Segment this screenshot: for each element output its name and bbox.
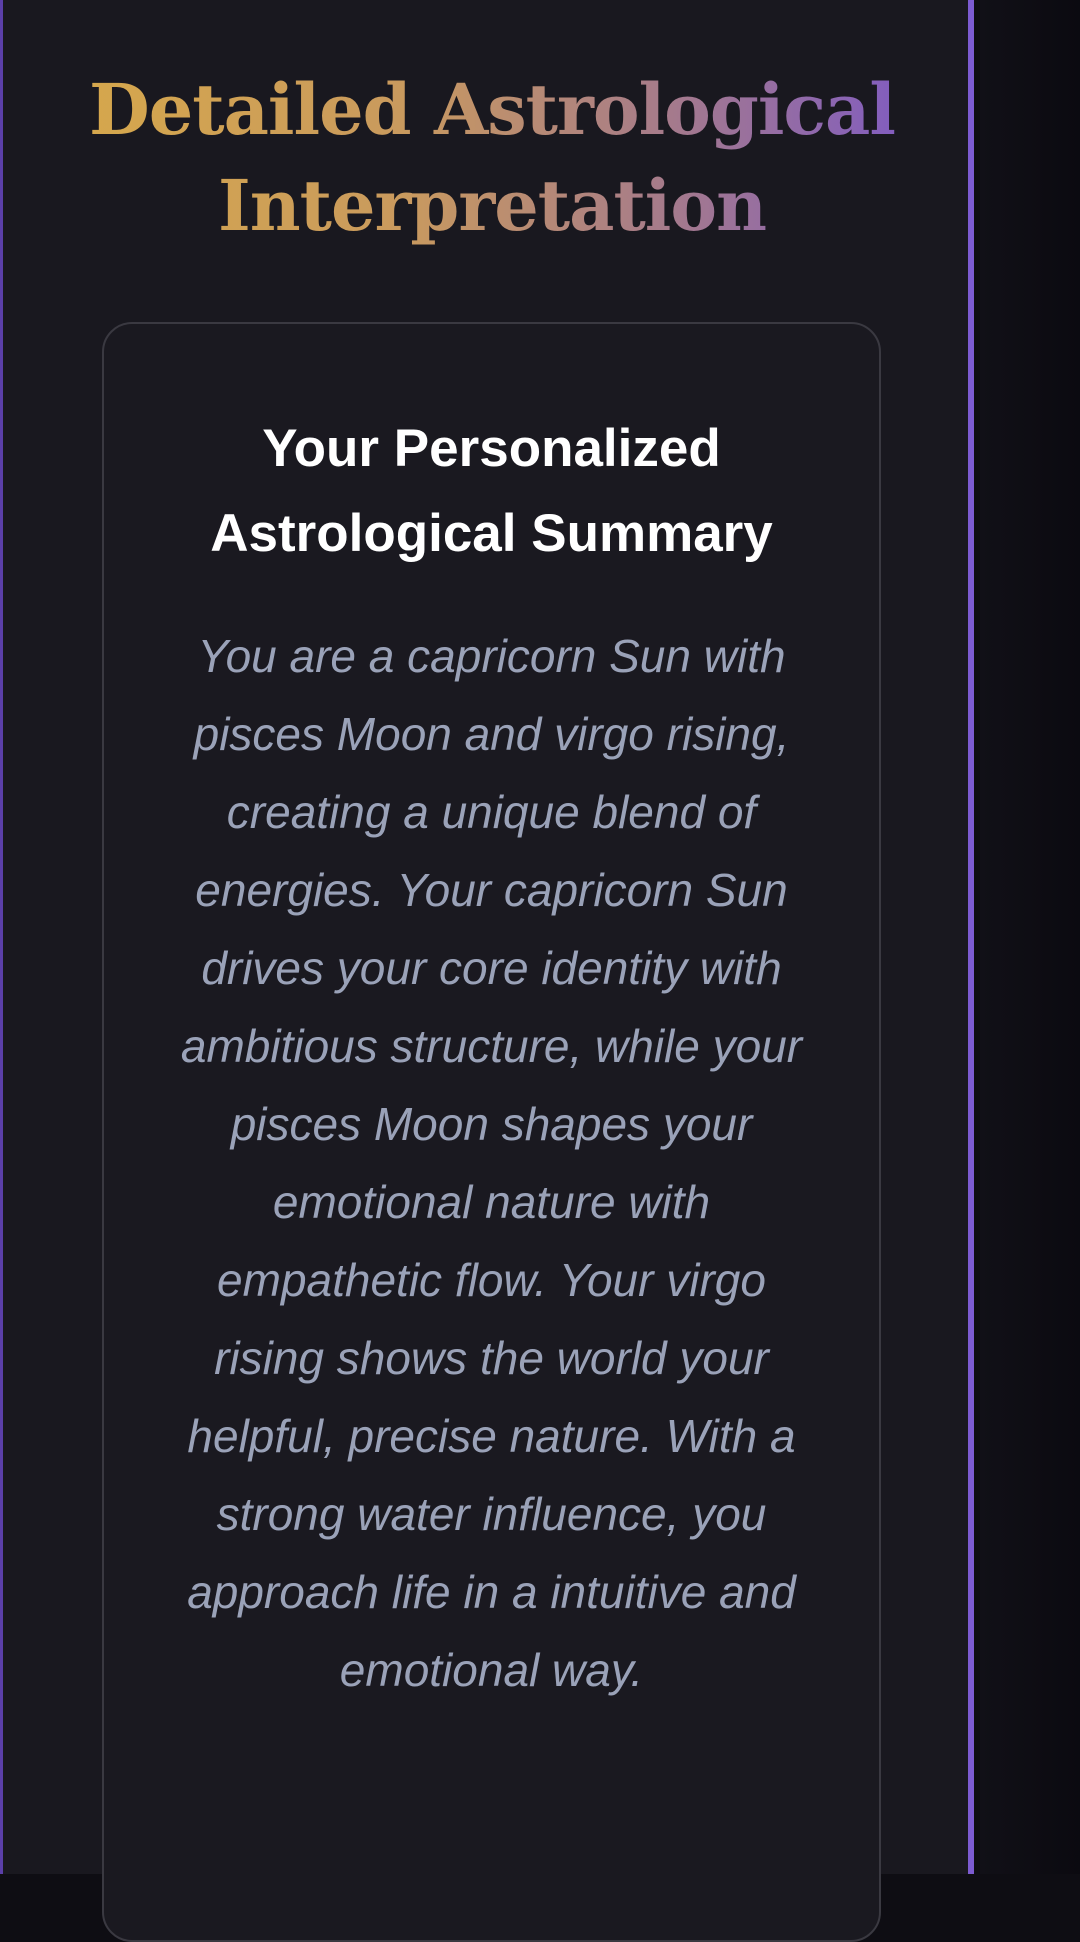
summary-card: Your Personalized Astrological Summary Y… (102, 322, 881, 1942)
side-gutter (980, 0, 1080, 1874)
content-panel: Detailed Astrological Interpretation You… (0, 0, 974, 1942)
page-title: Detailed Astrological Interpretation (43, 62, 941, 254)
summary-card-title: Your Personalized Astrological Summary (210, 419, 773, 563)
summary-card-text: You are a capricorn Sun with pisces Moon… (180, 630, 803, 1696)
